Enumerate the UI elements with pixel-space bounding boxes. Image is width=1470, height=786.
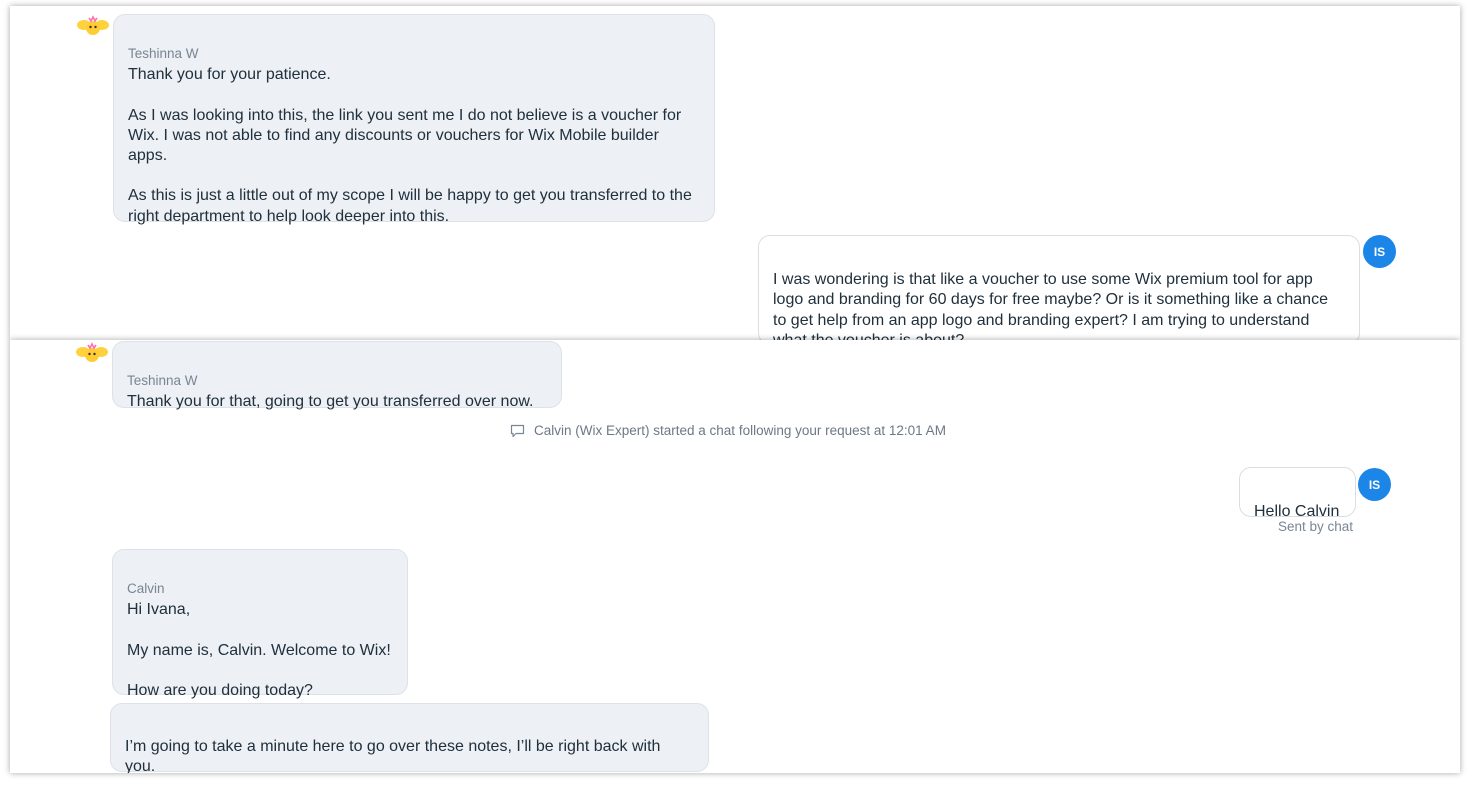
agent-message-bubble: Teshinna W Thank you for your patience. A… — [113, 14, 715, 225]
user-avatar: IS — [1358, 468, 1391, 501]
user-avatar: IS — [1363, 235, 1396, 268]
message-text: I was wondering is that like a voucher t… — [773, 271, 1328, 340]
user-message-bubble: Hello Calvin — [1239, 467, 1356, 520]
sender-name: Teshinna W — [127, 373, 198, 389]
expert-followup-bubble: I’m going to take a minute here to go ov… — [110, 703, 709, 773]
message-text: Thank you for that, going to get you tra… — [127, 393, 534, 411]
message-text: I’m going to take a minute here to go ov… — [125, 738, 661, 773]
agent-avatar-emoji-icon — [77, 15, 109, 35]
expert-message-bubble: Calvin Hi Ivana, My name is, Calvin. Welc… — [112, 549, 408, 699]
sender-name: Calvin — [127, 581, 165, 597]
system-note-text: Calvin (Wix Expert) started a chat follo… — [534, 423, 946, 438]
agent-message-bubble: Teshinna W Thank you for that, going to g… — [112, 341, 562, 410]
message-text: Thank you for your patience. As I was lo… — [128, 66, 692, 225]
chat-panel-bottom: Teshinna W Thank you for that, going to g… — [10, 340, 1460, 773]
sender-name: Teshinna W — [128, 46, 199, 62]
system-note: Calvin (Wix Expert) started a chat follo… — [510, 423, 946, 438]
message-text: Hi Ivana, My name is, Calvin. Welcome to… — [127, 601, 391, 700]
chat-panel-top: Teshinna W Thank you for your patience. A… — [10, 6, 1460, 340]
agent-avatar-emoji-icon — [76, 342, 108, 362]
message-status: Sent by chat — [1278, 519, 1354, 534]
user-message-bubble: I was wondering is that like a voucher t… — [758, 235, 1360, 340]
chat-bubble-icon — [510, 424, 525, 437]
